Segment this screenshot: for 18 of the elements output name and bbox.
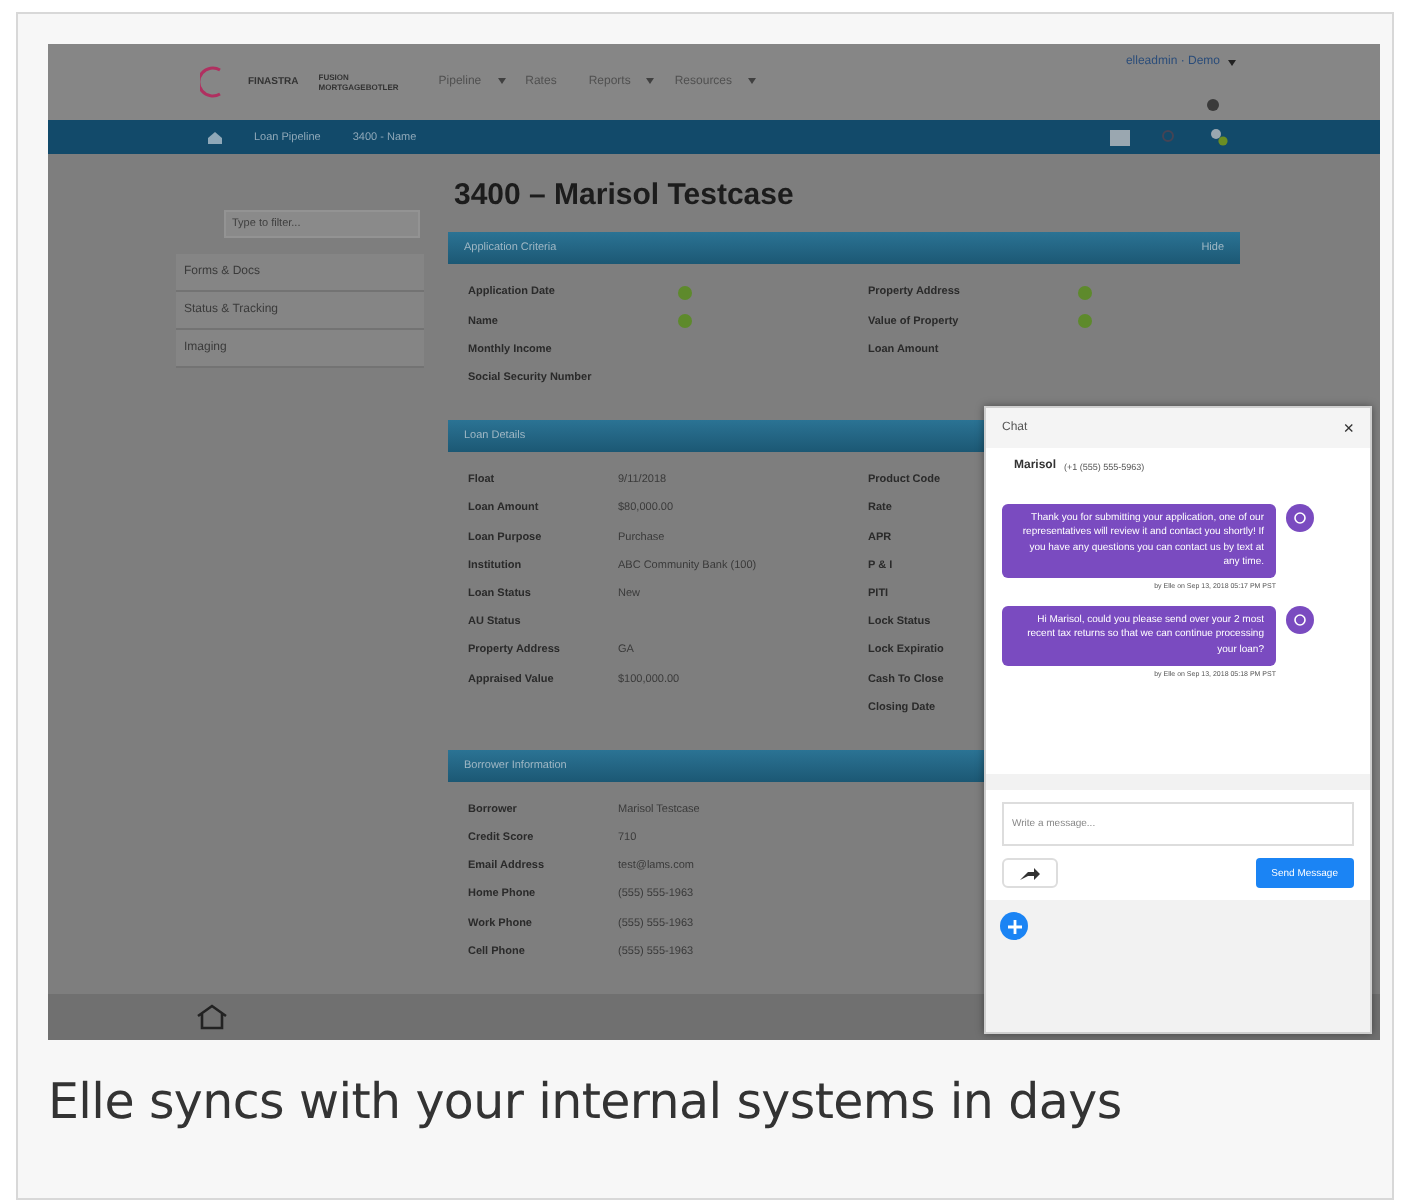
plus-icon [1007,919,1021,933]
caret-icon [1228,60,1236,66]
caret-icon [497,78,506,85]
caret-icon [748,78,757,85]
home-icon[interactable] [196,1003,228,1030]
settings-icon[interactable] [1206,98,1220,112]
home-icon[interactable] [208,131,222,144]
avatar-icon [1286,606,1314,634]
add-button[interactable] [1000,912,1028,940]
caret-icon [646,78,655,85]
page-title: 3400 – Marisol Testcase [454,178,796,213]
avatar-icon [1286,504,1314,532]
caption: Elle syncs with your internal systems in days [48,1072,1124,1130]
close-button[interactable]: × [1343,418,1354,438]
share-icon [1020,867,1040,879]
share-button[interactable] [1002,858,1058,888]
user-icon[interactable] [1208,128,1228,147]
folder-icon[interactable] [1110,129,1130,146]
